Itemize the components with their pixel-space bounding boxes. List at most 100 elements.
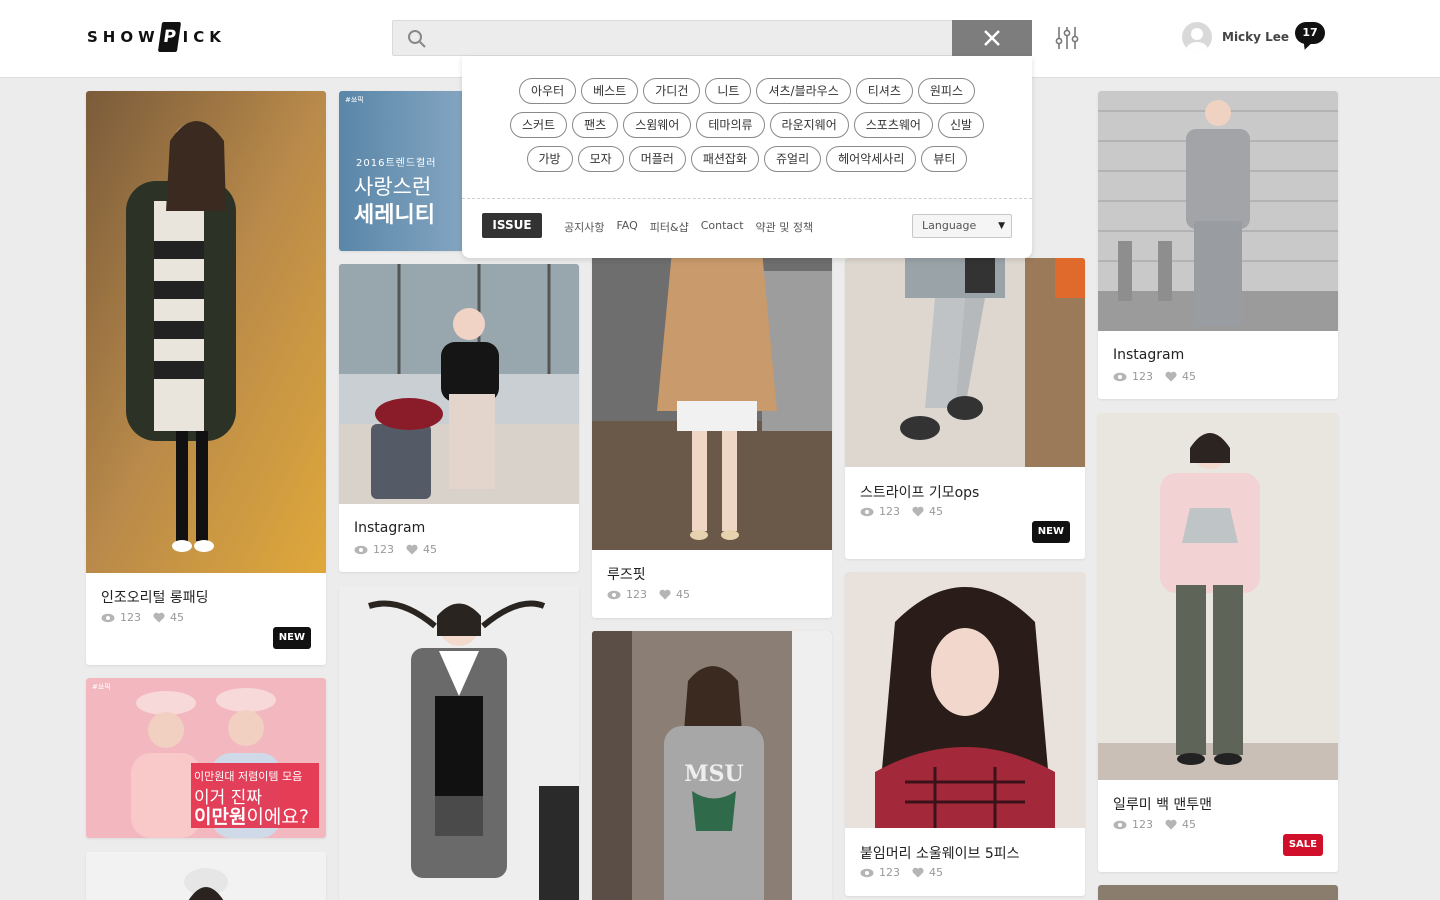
logo[interactable]: SHOW P ICK bbox=[87, 22, 226, 52]
product-card[interactable]: 붙임머리 소울웨이브 5피스 123 45 bbox=[845, 572, 1085, 896]
product-card[interactable]: 스트라이프 기모ops 123 45 NEW bbox=[845, 258, 1085, 559]
eye-icon bbox=[607, 590, 621, 599]
promo-card[interactable]: #쑈픽 이만원대 저렴이템 모음 이거 진짜 이만원이에요? bbox=[86, 678, 326, 838]
link-contact[interactable]: Contact bbox=[701, 219, 744, 235]
like-count: 45 bbox=[170, 611, 184, 624]
user-profile[interactable]: Micky Lee bbox=[1182, 22, 1289, 52]
filter-sliders-icon[interactable] bbox=[1055, 25, 1081, 51]
heart-icon[interactable] bbox=[659, 589, 671, 600]
category-chip[interactable]: 머플러 bbox=[628, 146, 686, 172]
category-chip[interactable]: 셔츠/블라우스 bbox=[756, 78, 851, 104]
promo-line1: 2016트렌드컬러 bbox=[356, 158, 437, 169]
eye-icon bbox=[860, 868, 874, 877]
category-chip[interactable]: 신발 bbox=[937, 112, 985, 138]
category-chip[interactable]: 팬츠 bbox=[572, 112, 619, 138]
product-card[interactable]: MSU bbox=[592, 631, 832, 900]
category-chip[interactable]: 아우터 bbox=[518, 78, 577, 104]
issue-button[interactable]: ISSUE bbox=[482, 213, 542, 238]
view-count: 123 bbox=[626, 588, 647, 601]
heart-icon[interactable] bbox=[153, 612, 165, 623]
category-chip[interactable]: 가디건 bbox=[643, 78, 701, 104]
notification-badge[interactable]: 17 bbox=[1295, 22, 1325, 44]
user-name[interactable]: Micky Lee bbox=[1222, 30, 1289, 44]
product-card[interactable] bbox=[1098, 885, 1338, 900]
like-count: 45 bbox=[1182, 818, 1196, 831]
view-count: 123 bbox=[120, 611, 141, 624]
link-terms[interactable]: 약관 및 정책 bbox=[756, 219, 814, 235]
card-title[interactable]: 루즈핏 bbox=[607, 564, 646, 584]
heart-icon[interactable] bbox=[912, 506, 924, 517]
close-search-button[interactable] bbox=[952, 20, 1032, 56]
link-faq[interactable]: FAQ bbox=[616, 219, 637, 235]
logo-text-right: ICK bbox=[182, 28, 226, 46]
new-badge: NEW bbox=[1031, 521, 1070, 543]
category-chip[interactable]: 쥬얼리 bbox=[764, 146, 822, 172]
card-title[interactable]: 스트라이프 기모ops bbox=[860, 482, 979, 502]
category-chip[interactable]: 스윔웨어 bbox=[623, 112, 692, 138]
card-title[interactable]: 붙임머리 소울웨이브 5피스 bbox=[860, 843, 1020, 863]
eye-icon bbox=[860, 507, 874, 516]
promo-tag: #쑈픽 bbox=[92, 683, 111, 691]
category-chip[interactable]: 모자 bbox=[577, 146, 624, 172]
product-card[interactable]: Instagram 123 45 bbox=[339, 264, 579, 572]
language-select[interactable]: Language ▼ bbox=[912, 214, 1012, 238]
link-peter-shop[interactable]: 피터&샵 bbox=[650, 219, 689, 235]
eye-icon bbox=[1113, 372, 1127, 381]
avatar[interactable] bbox=[1182, 22, 1212, 52]
search-input[interactable] bbox=[435, 21, 935, 55]
category-chip[interactable]: 스포츠웨어 bbox=[853, 112, 933, 138]
view-count: 123 bbox=[879, 505, 900, 518]
card-stats: 123 45 bbox=[1113, 370, 1208, 383]
card-stats: 123 45 bbox=[860, 505, 955, 518]
category-chip[interactable]: 스커트 bbox=[509, 112, 568, 138]
promo-line3-bold: 이만원 bbox=[194, 806, 247, 828]
eye-icon bbox=[101, 613, 115, 622]
category-chip[interactable]: 테마의류 bbox=[696, 112, 765, 138]
card-title[interactable]: Instagram bbox=[1113, 347, 1184, 363]
like-count: 45 bbox=[929, 505, 943, 518]
search-bar bbox=[392, 20, 1032, 56]
card-stats: 123 45 bbox=[101, 611, 196, 624]
category-chip[interactable]: 니트 bbox=[705, 78, 752, 104]
logo-mark: P bbox=[157, 22, 181, 52]
heart-icon[interactable] bbox=[1165, 819, 1177, 830]
promo-tag: #쑈픽 bbox=[345, 96, 364, 104]
product-image: MSU bbox=[592, 631, 832, 900]
product-image bbox=[845, 258, 1085, 467]
category-row: 스커트 팬츠 스윔웨어 테마의류 라운지웨어 스포츠웨어 신발 bbox=[462, 112, 1032, 138]
product-image bbox=[86, 852, 326, 900]
category-chip[interactable]: 티셔츠 bbox=[855, 78, 913, 104]
product-card[interactable]: Instagram 123 45 bbox=[1098, 91, 1338, 399]
category-chip[interactable]: 뷰티 bbox=[921, 146, 968, 172]
heart-icon[interactable] bbox=[406, 544, 418, 555]
heart-icon[interactable] bbox=[912, 867, 924, 878]
category-chip[interactable]: 가방 bbox=[526, 146, 573, 172]
category-row: 아우터 베스트 가디건 니트 셔츠/블라우스 티셔츠 원피스 bbox=[462, 78, 1032, 104]
divider bbox=[462, 198, 1032, 199]
promo-line1: 이만원대 저렴이템 모음 bbox=[194, 770, 303, 783]
close-icon bbox=[984, 30, 1000, 46]
category-chip[interactable]: 베스트 bbox=[581, 78, 639, 104]
product-card[interactable]: 일루미 백 맨투맨 123 45 SALE bbox=[1098, 413, 1338, 872]
category-chip[interactable]: 헤어악세사리 bbox=[826, 146, 917, 172]
product-card[interactable] bbox=[86, 852, 326, 900]
sale-badge: SALE bbox=[1282, 834, 1323, 856]
heart-icon[interactable] bbox=[1165, 371, 1177, 382]
category-chip[interactable]: 라운지웨어 bbox=[769, 112, 849, 138]
product-card[interactable]: 인조오리털 롱패딩 123 45 NEW bbox=[86, 91, 326, 665]
promo-line3: 세레니티 bbox=[354, 203, 435, 228]
eye-icon bbox=[1113, 820, 1127, 829]
product-card[interactable] bbox=[339, 586, 579, 900]
category-chip[interactable]: 패션잡화 bbox=[690, 146, 759, 172]
product-image bbox=[1098, 413, 1338, 780]
language-label: Language bbox=[922, 219, 977, 232]
eye-icon bbox=[354, 545, 368, 554]
card-stats: 123 45 bbox=[1113, 818, 1208, 831]
card-title[interactable]: 일루미 백 맨투맨 bbox=[1113, 794, 1212, 814]
card-title[interactable]: Instagram bbox=[354, 520, 425, 536]
svg-text:MSU: MSU bbox=[684, 761, 743, 787]
card-title[interactable]: 인조오리털 롱패딩 bbox=[101, 587, 209, 607]
product-image bbox=[339, 586, 579, 900]
link-notice[interactable]: 공지사항 bbox=[564, 219, 604, 235]
category-chip[interactable]: 원피스 bbox=[917, 78, 975, 104]
